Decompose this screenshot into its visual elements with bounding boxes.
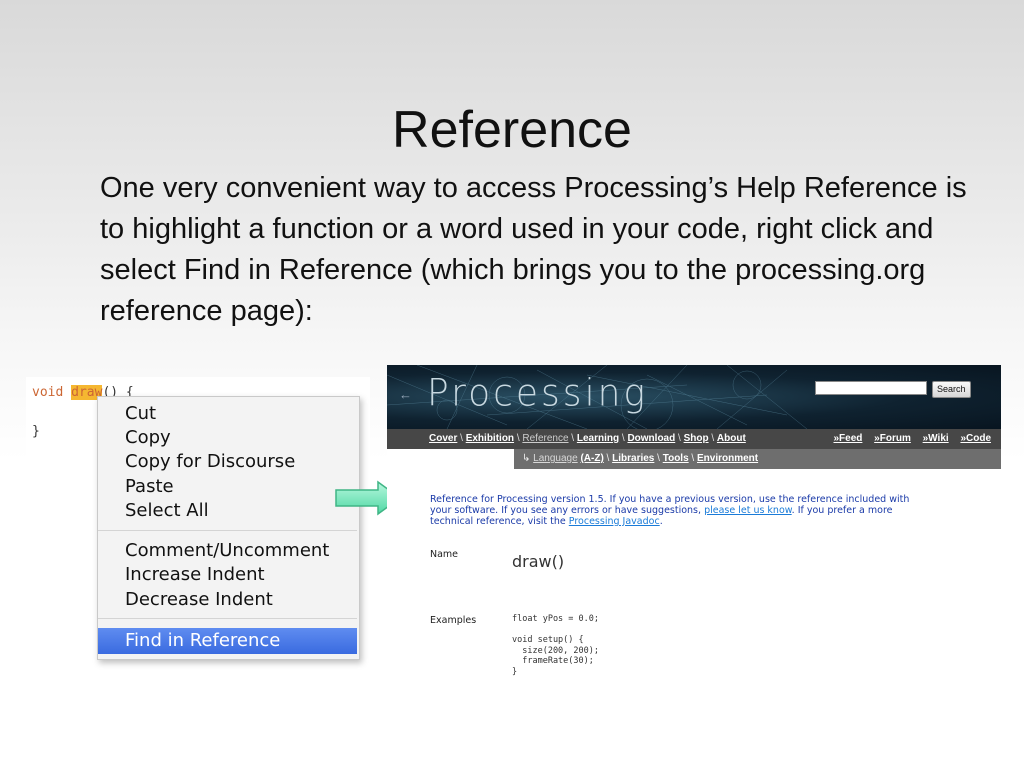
nav-link-learning[interactable]: Learning: [577, 433, 619, 444]
menu-item-cut[interactable]: Cut: [98, 402, 357, 426]
main-navbar: Cover \ Exhibition \ Reference \ Learnin…: [387, 429, 1001, 449]
reference-intro-text: Reference for Processing version 1.5. If…: [430, 494, 930, 527]
back-arrow-icon[interactable]: ←: [399, 387, 412, 402]
menu-item-copy-for-discourse[interactable]: Copy for Discourse: [98, 450, 357, 474]
slide-body-text: One very convenient way to access Proces…: [100, 172, 967, 327]
menu-item-decrease-indent[interactable]: Decrease Indent: [98, 588, 357, 612]
nav-link-shop[interactable]: Shop: [684, 433, 709, 444]
code-keyword: void: [32, 385, 64, 400]
example-code: float yPos = 0.0; void setup() { size(20…: [512, 614, 599, 677]
menu-item-paste[interactable]: Paste: [98, 475, 357, 499]
subnav-link-language[interactable]: Language: [533, 453, 578, 464]
nav-link-reference[interactable]: Reference: [522, 433, 568, 444]
nav-link-exhibition[interactable]: Exhibition: [466, 433, 514, 444]
processing-reference-page: ← Processing Search Cover \ Exhibition \…: [387, 365, 1001, 683]
nav-link-wiki[interactable]: »Wiki: [923, 433, 949, 444]
slide-title: Reference: [392, 101, 632, 159]
nav-link-download[interactable]: Download: [627, 433, 675, 444]
menu-item-copy[interactable]: Copy: [98, 426, 357, 450]
function-name: draw(): [512, 552, 565, 571]
code-line-2: }: [32, 424, 40, 439]
menu-item-increase-indent[interactable]: Increase Indent: [98, 563, 357, 587]
subnav-arrow-icon: ↳: [522, 453, 531, 464]
please-let-us-know-link[interactable]: please let us know: [704, 505, 792, 516]
menu-item-find-in-reference[interactable]: Find in Reference: [98, 628, 357, 654]
menu-item-comment-uncomment[interactable]: Comment/Uncomment: [98, 539, 357, 563]
site-header: ← Processing Search: [387, 365, 1001, 429]
processing-javadoc-link[interactable]: Processing Javadoc: [569, 516, 660, 527]
nav-link-feed[interactable]: »Feed: [833, 433, 862, 444]
nav-link-code[interactable]: »Code: [960, 433, 991, 444]
name-label: Name: [430, 549, 459, 560]
reference-subnav: ↳ Language (A-Z) \ Libraries \ Tools \ E…: [514, 449, 1001, 469]
nav-link-about[interactable]: About: [717, 433, 746, 444]
examples-label: Examples: [430, 615, 477, 626]
search-button[interactable]: Search: [932, 381, 971, 398]
processing-logo[interactable]: Processing: [427, 372, 648, 415]
search-input[interactable]: [815, 381, 927, 395]
nav-link-cover[interactable]: Cover: [429, 433, 457, 444]
subnav-link-libraries[interactable]: Libraries: [612, 453, 654, 464]
menu-separator: [98, 530, 357, 531]
nav-link-forum[interactable]: »Forum: [874, 433, 911, 444]
subnav-link-tools[interactable]: Tools: [663, 453, 689, 464]
menu-separator: [98, 618, 357, 619]
subnav-link-environment[interactable]: Environment: [697, 453, 758, 464]
context-menu: Cut Copy Copy for Discourse Paste Select…: [97, 396, 360, 660]
subnav-link-a-z[interactable]: (A-Z): [580, 453, 603, 464]
intro-text-3: .: [659, 516, 663, 527]
menu-item-select-all[interactable]: Select All: [98, 499, 357, 523]
